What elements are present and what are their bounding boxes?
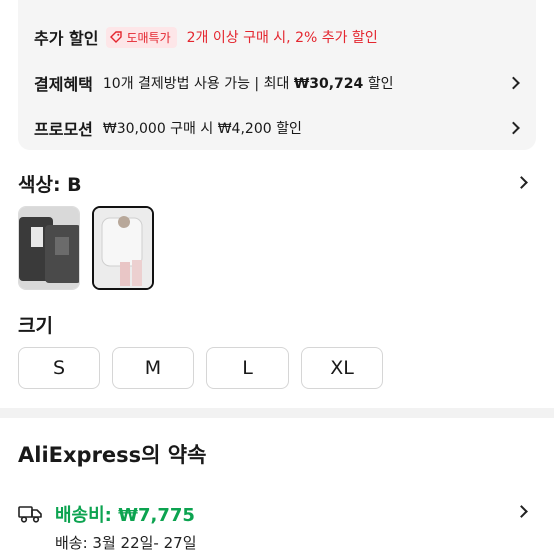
wholesale-badge-label: 도매특가 <box>126 30 171 45</box>
extra-discount-title: 추가 할인 <box>34 29 99 48</box>
chevron-right-icon[interactable] <box>515 505 528 518</box>
size-option-s[interactable]: S <box>18 347 100 389</box>
color-label: 색상: B <box>18 174 82 196</box>
color-option-a[interactable] <box>18 206 80 290</box>
shipping-date: 배송: 3월 22일- 27일 <box>55 534 197 552</box>
truck-icon <box>18 506 42 523</box>
promotion-title: 프로모션 <box>34 120 93 139</box>
chevron-right-icon[interactable] <box>507 76 520 90</box>
shipping-fee: 배송비: ₩7,775 <box>55 505 195 526</box>
size-option-m[interactable]: M <box>112 347 194 389</box>
tag-icon <box>110 31 123 43</box>
payment-benefit-amount: ₩30,724 <box>293 76 364 92</box>
promotion-row[interactable]: 프로모션 ₩30,000 구매 시 ₩4,200 할인 <box>34 108 520 148</box>
promotion-text: ₩30,000 구매 시 ₩4,200 할인 <box>102 121 302 137</box>
extra-discount-text: 2개 이상 구매 시, 2% 추가 할인 <box>186 30 378 46</box>
size-label: 크기 <box>18 315 53 337</box>
product-thumbnail-b <box>94 208 152 288</box>
payment-benefit-row[interactable]: 결제혜택 10개 결제방법 사용 가능 | 최대 ₩30,724 할인 <box>34 63 520 103</box>
promo-box: 추가 할인 도매특가 2개 이상 구매 시, 2% 추가 할인 결제혜택 10개… <box>18 0 536 150</box>
product-thumbnail-a <box>19 207 79 289</box>
size-option-xl[interactable]: XL <box>301 347 383 389</box>
promise-title: AliExpress의 약속 <box>18 443 207 467</box>
chevron-right-icon[interactable] <box>507 121 520 135</box>
payment-benefit-title: 결제혜택 <box>34 75 93 94</box>
extra-discount-row: 추가 할인 도매특가 2개 이상 구매 시, 2% 추가 할인 <box>34 17 518 57</box>
wholesale-badge: 도매특가 <box>106 26 177 48</box>
chevron-right-icon[interactable] <box>515 176 528 189</box>
color-option-b[interactable] <box>92 206 154 290</box>
size-option-l[interactable]: L <box>206 347 289 389</box>
payment-benefit-text: 10개 결제방법 사용 가능 | 최대 ₩30,724 할인 <box>102 76 394 92</box>
section-divider <box>0 408 554 418</box>
